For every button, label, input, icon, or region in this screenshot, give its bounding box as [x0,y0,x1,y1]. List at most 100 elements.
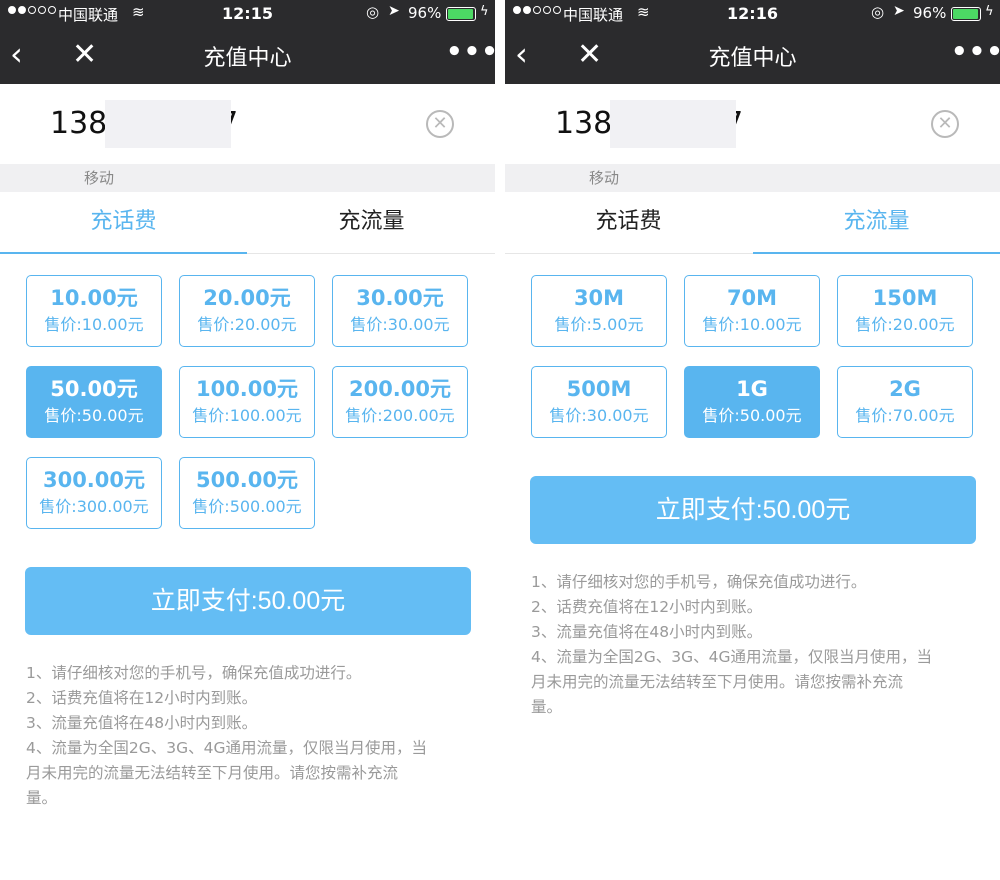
charging-icon: ϟ [480,4,489,19]
option-amount: 20.00元 [203,286,291,310]
nav-bar: ‹ ✕ 充值中心 ••• [0,28,495,84]
option-amount: 500M [566,377,632,401]
note-line: 量。 [26,789,58,807]
nav-bar: ‹ ✕ 充值中心 ••• [505,28,1000,84]
page-title: 充值中心 [203,46,292,71]
tab-call-recharge[interactable]: 充话费 [0,192,247,255]
location-icon: ➤ [388,3,400,19]
data-option[interactable]: 30M 售价:5.00元 [531,275,667,347]
option-amount: 50.00元 [50,377,138,401]
option-price: 售价:20.00元 [855,315,955,334]
option-amount: 30.00元 [356,286,444,310]
amount-option-selected[interactable]: 50.00元 售价:50.00元 [26,366,162,438]
option-amount: 300.00元 [42,468,146,492]
screens: 中国联通 ≋ 12:15 ◎ ➤ 96% ϟ ‹ ✕ 充值中心 ••• 138 … [0,0,1000,880]
data-option[interactable]: 2G 售价:70.00元 [837,366,973,438]
battery-percent: 96% [913,4,947,22]
note-line: 1、请仔细核对您的手机号，确保充值成功进行。 [26,664,362,682]
note-line: 1、请仔细核对您的手机号，确保充值成功进行。 [531,573,867,591]
note-line: 4、流量为全国2G、3G、4G通用流量，仅限当月使用，当 [26,739,427,757]
amount-option[interactable]: 100.00元 售价:100.00元 [179,366,315,438]
option-price: 售价:70.00元 [855,406,955,425]
pay-button[interactable]: 立即支付:50.00元 [530,476,976,544]
more-icon[interactable]: ••• [446,37,495,67]
option-amount: 70M [726,286,778,310]
option-price: 售价:10.00元 [44,315,144,334]
data-option[interactable]: 500M 售价:30.00元 [531,366,667,438]
option-price: 售价:20.00元 [197,315,297,334]
option-price: 售价:300.00元 [39,497,149,516]
clear-icon[interactable]: ✕ [426,110,454,138]
note-line: 月未用完的流量无法结转至下月使用。请您按需补充流 [26,764,399,782]
option-price: 售价:30.00元 [350,315,450,334]
notes: 1、请仔细核对您的手机号，确保充值成功进行。 2、话费充值将在12小时内到账。 … [26,661,476,811]
page-title: 充值中心 [708,46,797,71]
data-option[interactable]: 150M 售价:20.00元 [837,275,973,347]
recharge-tabs: 充话费 充流量 [0,192,495,255]
recharge-tabs: 充话费 充流量 [505,192,1000,255]
amount-option[interactable]: 500.00元 售价:500.00元 [179,457,315,529]
note-line: 量。 [531,698,563,716]
clear-icon[interactable]: ✕ [931,110,959,138]
amount-option[interactable]: 20.00元 售价:20.00元 [179,275,315,347]
rotation-lock-icon: ◎ [366,3,380,21]
battery-icon [951,7,981,21]
amount-option[interactable]: 10.00元 售价:10.00元 [26,275,162,347]
amount-option[interactable]: 200.00元 售价:200.00元 [332,366,468,438]
note-line: 3、流量充值将在48小时内到账。 [26,714,258,732]
option-price: 售价:5.00元 [554,315,644,334]
top-bar: 中国联通 ≋ 12:15 ◎ ➤ 96% ϟ ‹ ✕ 充值中心 ••• [0,0,495,84]
option-amount: 30M [573,286,625,310]
battery-percent: 96% [408,4,442,22]
data-option[interactable]: 70M 售价:10.00元 [684,275,820,347]
option-amount: 200.00元 [348,377,452,401]
top-bar: 中国联通 ≋ 12:16 ◎ ➤ 96% ϟ ‹ ✕ 充值中心 ••• [505,0,1000,84]
option-amount: 500.00元 [195,468,299,492]
battery-icon [446,7,476,21]
tab-call-recharge[interactable]: 充话费 [505,192,752,254]
phone-number-prefix[interactable]: 138 [50,106,107,141]
screen-divider [495,0,505,880]
phone-number-redaction [105,100,231,148]
phone-number-redaction [610,100,736,148]
option-amount: 1G [736,377,768,401]
location-icon: ➤ [893,3,905,19]
option-price: 售价:30.00元 [549,406,649,425]
option-price: 售价:100.00元 [192,406,302,425]
screen-call-recharge: 中国联通 ≋ 12:15 ◎ ➤ 96% ϟ ‹ ✕ 充值中心 ••• 138 … [0,0,495,880]
status-bar: 中国联通 ≋ 12:15 ◎ ➤ 96% ϟ [0,0,495,28]
phone-input-row[interactable]: 138 57 ✕ [505,84,1000,164]
phone-number-prefix[interactable]: 138 [555,106,612,141]
option-amount: 150M [872,286,938,310]
tab-data-recharge[interactable]: 充流量 [248,192,495,254]
option-price: 售价:50.00元 [702,406,802,425]
amount-option[interactable]: 30.00元 售价:30.00元 [332,275,468,347]
option-amount: 100.00元 [195,377,299,401]
phone-carrier-label: 移动 [589,169,620,187]
carrier-row: 移动 [505,164,1000,192]
notes: 1、请仔细核对您的手机号，确保充值成功进行。 2、话费充值将在12小时内到账。 … [531,570,981,720]
tab-data-recharge[interactable]: 充流量 [753,192,1000,255]
data-option-selected[interactable]: 1G 售价:50.00元 [684,366,820,438]
option-price: 售价:10.00元 [702,315,802,334]
more-icon[interactable]: ••• [951,37,1000,67]
screen-data-recharge: 中国联通 ≋ 12:16 ◎ ➤ 96% ϟ ‹ ✕ 充值中心 ••• 138 … [505,0,1000,880]
note-line: 4、流量为全国2G、3G、4G通用流量，仅限当月使用，当 [531,648,932,666]
status-bar: 中国联通 ≋ 12:16 ◎ ➤ 96% ϟ [505,0,1000,28]
rotation-lock-icon: ◎ [871,3,885,21]
option-price: 售价:500.00元 [192,497,302,516]
carrier-row: 移动 [0,164,495,192]
amount-option[interactable]: 300.00元 售价:300.00元 [26,457,162,529]
note-line: 3、流量充值将在48小时内到账。 [531,623,763,641]
note-line: 2、话费充值将在12小时内到账。 [26,689,258,707]
pay-button[interactable]: 立即支付:50.00元 [25,567,471,635]
phone-carrier-label: 移动 [84,169,115,187]
option-amount: 2G [889,377,921,401]
note-line: 月未用完的流量无法结转至下月使用。请您按需补充流 [531,673,904,691]
amount-options: 10.00元 售价:10.00元 20.00元 售价:20.00元 30.00元… [0,254,495,554]
option-price: 售价:50.00元 [44,406,144,425]
charging-icon: ϟ [985,4,994,19]
option-price: 售价:200.00元 [345,406,455,425]
phone-input-row[interactable]: 138 57 ✕ [0,84,495,164]
note-line: 2、话费充值将在12小时内到账。 [531,598,763,616]
